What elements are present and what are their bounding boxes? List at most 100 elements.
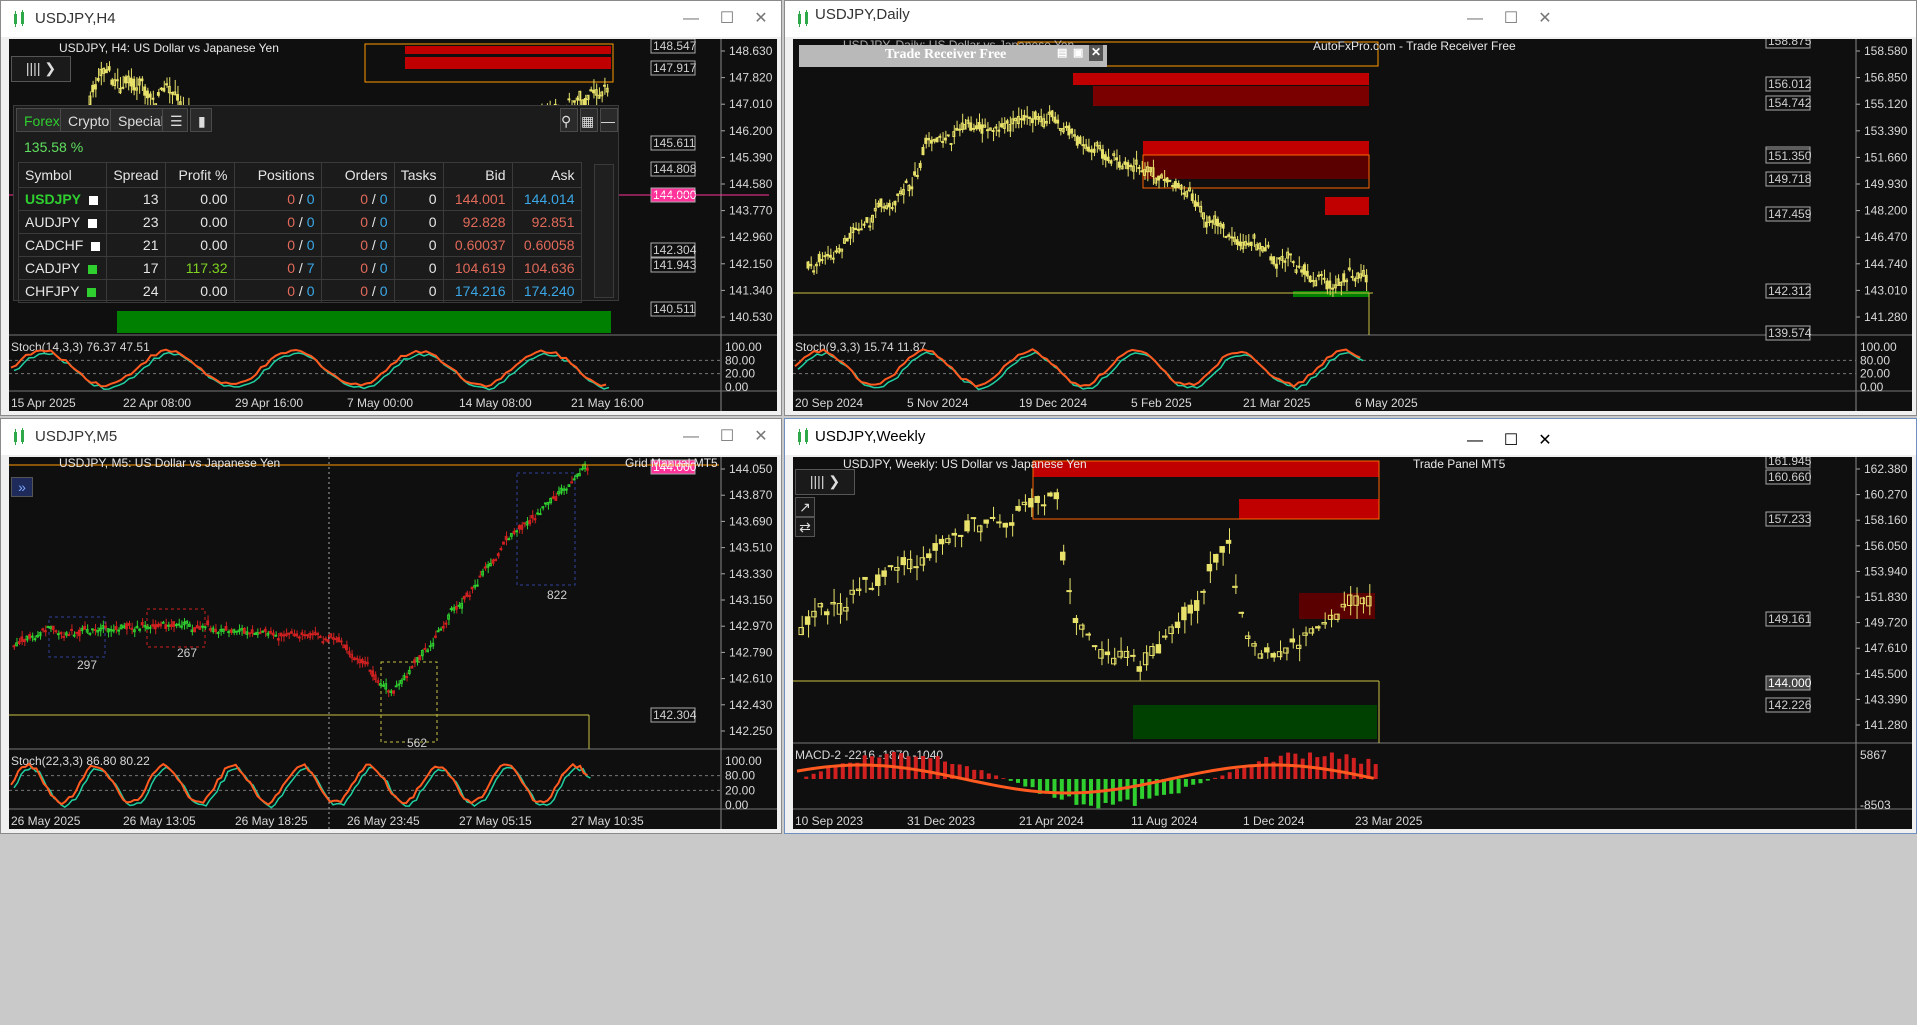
chart-window-m5[interactable]: USDJPY,M5 — ☐ ✕ 144.050 143.870 143.690 143… [0,418,782,834]
maximize-button[interactable]: ☐ [1493,7,1529,31]
col-orders[interactable]: Orders [320,162,395,188]
candle-body [1106,156,1110,162]
time-axis-label: 29 Apr 16:00 [235,396,303,410]
maximize-button[interactable]: ☐ [709,425,745,449]
table-row[interactable]: CADJPY 17 117.32 0 / 7 0 / 0 0 104.619 1… [17,256,582,280]
menu-icon[interactable]: ☰ [162,108,188,132]
table-row[interactable]: USDJPY 13 0.00 0 / 0 0 / 0 0 144.001 144… [17,187,582,211]
minimize-button[interactable]: — [673,7,709,31]
candle-body [43,630,47,633]
candle-body [910,186,914,190]
symbol-table: Symbol Spread Profit % Positions Orders … [17,162,582,303]
candle-body [337,637,340,643]
candle-body [1235,239,1239,245]
candle-body [1085,633,1091,636]
minimize-button[interactable]: — [673,425,709,449]
price-axis-label: 151.830 [1864,590,1908,604]
candle-body [1047,492,1053,497]
close-button[interactable]: ✕ [1527,429,1563,453]
candle-body [405,676,409,679]
col-symbol[interactable]: Symbol [17,162,108,188]
candle-body [41,628,45,631]
col-ask[interactable]: Ask [511,162,582,188]
table-row[interactable]: AUDJPY 23 0.00 0 / 0 0 / 0 0 92.828 92.8… [17,210,582,234]
resize-icon[interactable]: ↗ [795,497,815,517]
banner-restore-icon[interactable]: ▣ [1073,46,1083,59]
expand-icon[interactable]: » [11,477,33,497]
macd-bar [1169,779,1174,794]
candle-body [1115,157,1119,161]
col-tasks[interactable]: Tasks [393,162,444,188]
title-bar[interactable]: USDJPY,Weekly — ☐ ✕ [785,419,1916,455]
candle-body [938,135,942,138]
candle-body [603,84,606,87]
price-chart[interactable]: 158.580 156.850 155.120 153.390 151.660 149.9… [793,39,1912,411]
banner-menu-icon[interactable]: ▤ [1057,46,1067,59]
price-axis-label: 149.930 [1864,177,1908,191]
ea-label: AutoFxPro.com - Trade Receiver Free [1313,39,1516,53]
minimize-button[interactable]: — [1457,7,1493,31]
candle-body [111,629,115,632]
layout-icon[interactable]: ▦ [580,108,598,132]
close-button[interactable]: ✕ [1527,7,1563,31]
candle-body [164,624,168,630]
time-axis-label: 21 May 16:00 [571,396,644,410]
banner-close-icon[interactable]: ✕ [1089,45,1103,61]
candle-body [946,134,950,137]
price-chart[interactable]: 148.630 147.820 147.010 146.200 145.390 144.5… [9,39,777,411]
candle-body [572,100,576,103]
candle-body [1050,110,1054,118]
maximize-button[interactable]: ☐ [1493,429,1529,453]
price-axis-label: 156.050 [1864,539,1908,553]
search-icon[interactable]: ⚲ [560,108,578,132]
table-row[interactable]: CADCHF 21 0.00 0 / 0 0 / 0 0 0.60037 0.6… [17,233,582,257]
candle-body [997,129,1001,132]
price-chart[interactable]: 162.380 160.270 158.160 156.050 153.940 151.8… [793,457,1912,829]
macd-bar [826,767,831,779]
col-spread[interactable]: Spread [106,162,166,188]
macd-bar [1183,779,1188,787]
price-tag: 158.875 [1768,39,1812,48]
arrows-icon[interactable]: ⇄ [795,517,815,537]
candle-body [1137,167,1141,170]
minimize-button[interactable]: — [1457,429,1493,453]
candle-body [1277,257,1281,260]
title-bar[interactable]: USDJPY,M5 — ☐ ✕ [1,419,781,455]
col-profit[interactable]: Profit % [164,162,235,188]
price-chart[interactable]: 144.050 143.870 143.690 143.510 143.330 143.1… [9,457,777,829]
candle-body [980,124,984,134]
candle-body [1325,280,1329,290]
profit-cell: 0.00 [164,210,235,234]
candle-body [28,633,32,639]
table-scrollbar[interactable] [594,164,614,298]
title-bar[interactable]: USDJPY,H4 — ☐ ✕ [1,1,781,37]
maximize-button[interactable]: ☐ [709,7,745,31]
table-row[interactable]: CHFJPY 24 0.00 0 / 0 0 / 0 0 174.216 174… [17,279,582,303]
candle-body [428,645,432,648]
col-positions[interactable]: Positions [233,162,322,188]
candle-body [538,513,542,516]
chart-window-weekly[interactable]: USDJPY,Weekly — ☐ ✕ 162.380 160.270 158.16… [784,418,1917,834]
time-axis-label: 27 May 10:35 [571,814,644,828]
price-tag: 147.459 [1768,207,1812,221]
candle-body [955,127,959,131]
title-bar[interactable]: USDJPY,Daily — ☐ ✕ [785,1,1916,37]
macd-bar [1205,779,1210,781]
col-bid[interactable]: Bid [442,162,513,188]
tab-crypto[interactable]: Crypto [60,108,118,132]
expand-panel-button[interactable]: |||| ❯ [795,469,855,495]
profit-cell: 0.00 [164,233,235,257]
close-button[interactable]: ✕ [743,425,779,449]
close-button[interactable]: ✕ [743,7,779,31]
candle-body [974,125,978,130]
status-square [91,241,101,251]
trade-receiver-banner[interactable]: Trade Receiver Free ▤ ▣ ✕ [799,45,1107,67]
minimize-panel-icon[interactable]: — [600,108,618,132]
chart-window-h4[interactable]: USDJPY,H4 — ☐ ✕ 148.630 147.820 147.010 146… [0,0,782,416]
bookmark-icon[interactable]: ▮ [190,108,212,132]
candle-body [263,628,267,633]
chart-window-daily[interactable]: USDJPY,Daily — ☐ ✕ 158.580 156.850 155.120… [784,0,1917,416]
candle-body [900,557,907,566]
candle-body [62,635,66,638]
expand-panel-button[interactable]: |||| ❯ [11,56,71,82]
